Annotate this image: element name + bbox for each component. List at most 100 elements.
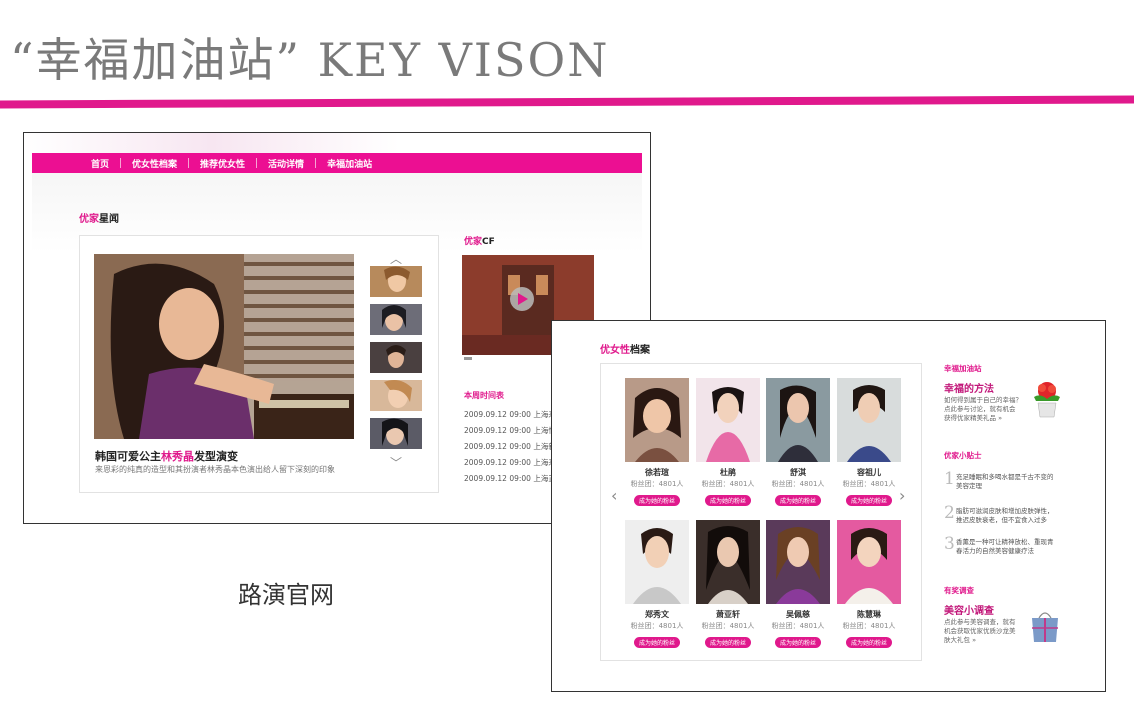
profile-photo[interactable] bbox=[696, 378, 760, 462]
survey-text-line: 点此参与美容调查，就有 bbox=[944, 618, 1016, 626]
method-text-line[interactable]: 获得优家精美礼品 » bbox=[944, 414, 1022, 423]
profiles-grid: ‹ › 徐若瑄 粉丝团：4801人 成为她的粉丝 杜鹃 粉丝团：4801人 成为… bbox=[600, 363, 922, 661]
cf-section-dark: CF bbox=[482, 237, 495, 247]
become-fan-button[interactable]: 成为她的粉丝 bbox=[845, 637, 892, 648]
news-section-title: 优家星闻 bbox=[79, 210, 119, 225]
tip-item: 3 香薰是一种可让精神放松、重现青 春活力的自然美容健康疗法 bbox=[944, 534, 1074, 560]
profile-card: 容祖儿 粉丝团：4801人 成为她的粉丝 bbox=[837, 378, 901, 507]
profile-photo[interactable] bbox=[766, 520, 830, 604]
news-panel: 韩国可爱公主林秀晶发型演变 来恩彩的纯真的造型和其扮演者林秀晶本色演出给人留下深… bbox=[79, 235, 439, 493]
profile-card: 萧亚轩 粉丝团：4801人 成为她的粉丝 bbox=[696, 520, 760, 649]
method-title[interactable]: 幸福的方法 bbox=[944, 380, 994, 395]
news-thumbnail[interactable] bbox=[370, 266, 422, 297]
become-fan-button[interactable]: 成为她的粉丝 bbox=[774, 495, 821, 506]
become-fan-button[interactable]: 成为她的粉丝 bbox=[704, 495, 751, 506]
survey-text-line[interactable]: 肤大礼包 » bbox=[944, 636, 1016, 645]
profile-photo[interactable] bbox=[837, 520, 901, 604]
become-fan-button[interactable]: 成为她的粉丝 bbox=[633, 495, 680, 506]
survey-text: 点此参与美容调查，就有 机会获取优家优质沙龙美 肤大礼包 » bbox=[944, 618, 1016, 645]
profile-photo[interactable] bbox=[766, 378, 830, 462]
become-fan-button[interactable]: 成为她的粉丝 bbox=[633, 637, 680, 648]
tip-text-line: 脂肪可滋润皮肤和增加皮肤弹性， bbox=[956, 507, 1054, 515]
news-headline-post: 发型演变 bbox=[194, 450, 238, 463]
gift-bag-icon bbox=[1028, 608, 1062, 644]
slide: “幸福加油站” KEY VISON 首页 优女性档案 推荐优女性 活动详情 幸福… bbox=[0, 0, 1134, 718]
news-thumbnail[interactable] bbox=[370, 304, 422, 335]
station-title: 幸福加油站 bbox=[944, 364, 982, 373]
profile-fans: 粉丝团：4801人 bbox=[771, 622, 825, 630]
news-headline-name: 林秀晶 bbox=[161, 450, 194, 463]
profile-fans: 粉丝团：4801人 bbox=[701, 622, 755, 630]
survey-heading[interactable]: 美容小调查 bbox=[944, 602, 994, 617]
profile-name: 徐若瑄 bbox=[645, 468, 669, 477]
news-headline-pre: 韩国可爱公主 bbox=[95, 450, 161, 463]
profile-name: 吴佩慈 bbox=[786, 610, 810, 619]
become-fan-button[interactable]: 成为她的粉丝 bbox=[774, 637, 821, 648]
nav-item-profiles[interactable]: 优女性档案 bbox=[121, 157, 188, 170]
main-nav: 首页 优女性档案 推荐优女性 活动详情 幸福加油站 bbox=[32, 153, 642, 173]
news-photo-image bbox=[94, 254, 354, 439]
profile-card: 陈慧琳 粉丝团：4801人 成为她的粉丝 bbox=[837, 520, 901, 649]
become-fan-button[interactable]: 成为她的粉丝 bbox=[704, 637, 751, 648]
profile-fans: 粉丝团：4801人 bbox=[630, 480, 684, 488]
tip-number: 2 bbox=[944, 503, 955, 523]
profile-photo[interactable] bbox=[625, 520, 689, 604]
tip-text-line: 推迟皮肤衰老，但不宜食入过多 bbox=[956, 516, 1047, 524]
profiles-screenshot: 优女性档案 ‹ › 徐若瑄 粉丝团：4801人 成为她的粉丝 杜鹃 粉丝团：48… bbox=[551, 320, 1106, 692]
news-thumbnail[interactable] bbox=[370, 342, 422, 373]
tip-number: 3 bbox=[944, 534, 955, 554]
schedule-title: 本周时间表 bbox=[464, 391, 504, 400]
title-divider bbox=[0, 95, 1134, 109]
profile-photo[interactable] bbox=[625, 378, 689, 462]
chevron-up-icon[interactable]: ︿ bbox=[370, 252, 422, 266]
cf-section-title: 优家CF bbox=[464, 234, 495, 247]
news-headline[interactable]: 韩国可爱公主林秀晶发型演变 bbox=[95, 448, 238, 464]
profile-name: 舒淇 bbox=[790, 468, 806, 477]
nav-item-home[interactable]: 首页 bbox=[80, 157, 120, 170]
news-section-dark: 星闻 bbox=[99, 214, 119, 225]
tip-text-line: 美容定理 bbox=[956, 482, 982, 490]
news-thumbnail[interactable] bbox=[370, 380, 422, 411]
nav-item-recommend[interactable]: 推荐优女性 bbox=[189, 157, 256, 170]
tip-number: 1 bbox=[944, 469, 955, 489]
tip-text: 充足睡眠和多喝水都是千古不变的 美容定理 bbox=[956, 473, 1054, 491]
nav-item-events[interactable]: 活动详情 bbox=[257, 157, 315, 170]
header-banner-strip bbox=[24, 133, 650, 153]
profile-card: 徐若瑄 粉丝团：4801人 成为她的粉丝 bbox=[625, 378, 689, 507]
profile-card: 郑秀文 粉丝团：4801人 成为她的粉丝 bbox=[625, 520, 689, 649]
chevron-left-icon[interactable]: ‹ bbox=[611, 486, 617, 505]
profile-fans: 粉丝团：4801人 bbox=[701, 480, 755, 488]
tip-text: 脂肪可滋润皮肤和增加皮肤弹性， 推迟皮肤衰老，但不宜食入过多 bbox=[956, 507, 1054, 525]
become-fan-button[interactable]: 成为她的粉丝 bbox=[845, 495, 892, 506]
profiles-section-dark: 档案 bbox=[630, 345, 650, 356]
profile-card: 舒淇 粉丝团：4801人 成为她的粉丝 bbox=[766, 378, 830, 507]
news-main-photo[interactable] bbox=[94, 254, 354, 439]
profile-fans: 粉丝团：4801人 bbox=[771, 480, 825, 488]
method-text-line: 如何得到属于自己的幸福？ bbox=[944, 396, 1022, 404]
profile-photo[interactable] bbox=[837, 378, 901, 462]
tip-text-line: 香薰是一种可让精神放松、重现青 bbox=[956, 538, 1054, 546]
profile-name: 郑秀文 bbox=[645, 610, 669, 619]
news-subtitle: 来恩彩的纯真的造型和其扮演者林秀晶本色演出给人留下深刻的印象 bbox=[95, 465, 335, 474]
profile-fans: 粉丝团：4801人 bbox=[842, 480, 896, 488]
tip-text-line: 春活力的自然美容健康疗法 bbox=[956, 547, 1034, 555]
slide-title: “幸福加油站” KEY VISON bbox=[10, 33, 610, 87]
profile-card: 杜鹃 粉丝团：4801人 成为她的粉丝 bbox=[696, 378, 760, 507]
profile-card: 吴佩慈 粉丝团：4801人 成为她的粉丝 bbox=[766, 520, 830, 649]
chevron-down-icon[interactable]: ﹀ bbox=[370, 456, 422, 470]
profiles-section-pink: 优女性 bbox=[600, 345, 630, 356]
profile-fans: 粉丝团：4801人 bbox=[630, 622, 684, 630]
method-text-line: 点此参与讨论，就有机会 bbox=[944, 405, 1016, 413]
profile-name: 杜鹃 bbox=[720, 468, 736, 477]
profile-fans: 粉丝团：4801人 bbox=[842, 622, 896, 630]
news-section-pink: 优家 bbox=[79, 214, 99, 225]
cf-pager-dots[interactable] bbox=[464, 357, 472, 360]
profile-photo[interactable] bbox=[696, 520, 760, 604]
nav-item-station[interactable]: 幸福加油站 bbox=[316, 157, 383, 170]
news-thumbnail[interactable] bbox=[370, 418, 422, 449]
flower-pot-icon bbox=[1030, 379, 1064, 419]
method-text: 如何得到属于自己的幸福？ 点此参与讨论，就有机会 获得优家精美礼品 » bbox=[944, 396, 1022, 423]
profile-name: 陈慧琳 bbox=[857, 610, 881, 619]
tip-item: 1 充足睡眠和多喝水都是千古不变的 美容定理 bbox=[944, 469, 1074, 495]
cf-section-pink: 优家 bbox=[464, 237, 483, 247]
